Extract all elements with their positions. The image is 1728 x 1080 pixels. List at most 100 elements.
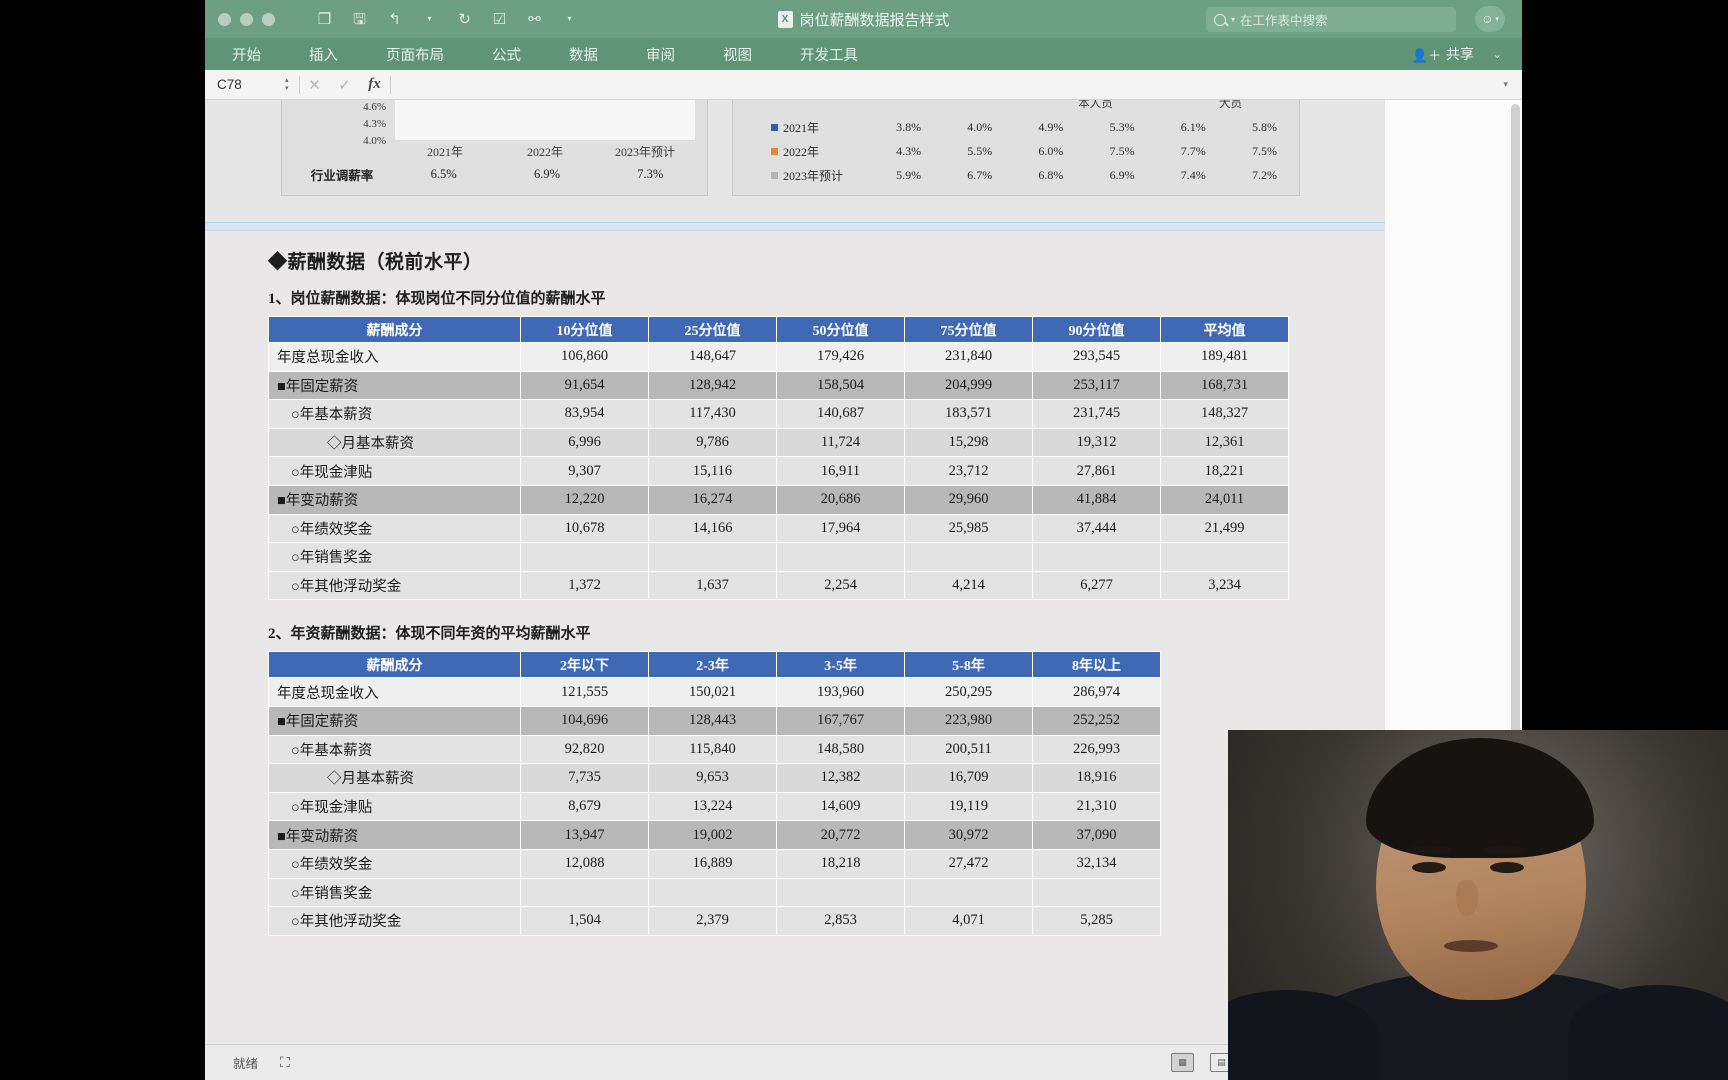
adjust-rate-chart[interactable]: 4.6% 4.3% 4.0% 2021年 2022年 2023年预计 行业调薪率 [281, 100, 708, 196]
cell[interactable] [520, 877, 649, 908]
edit-icon[interactable]: ☑ [490, 10, 509, 29]
row-label[interactable]: ■年变动薪资 [268, 484, 521, 515]
name-box[interactable]: C78 [205, 77, 285, 92]
row-label[interactable]: ◇月基本薪资 [268, 427, 521, 458]
cell[interactable]: 6,277 [1032, 570, 1161, 601]
table-row[interactable]: 年度总现金收入 106,860 148,647 179,426 231,840 … [268, 342, 1289, 372]
cell[interactable]: 17,964 [776, 513, 905, 544]
cell[interactable]: 14,166 [648, 513, 777, 544]
cell[interactable] [904, 542, 1033, 572]
undo-caret-icon[interactable]: ▾ [420, 10, 439, 29]
cell[interactable]: 121,555 [520, 677, 649, 707]
salary-percentile-table[interactable]: 薪酬成分 10分位值 25分位值 50分位值 75分位值 90分位值 平均值 年… [268, 316, 1289, 601]
cell[interactable]: 29,960 [904, 484, 1033, 515]
cell[interactable]: 12,361 [1160, 427, 1289, 458]
cell[interactable]: 252,252 [1032, 705, 1161, 736]
tab-review[interactable]: 审阅 [636, 44, 685, 65]
cell[interactable]: 15,116 [648, 456, 777, 486]
cell[interactable]: 128,443 [648, 705, 777, 736]
table-row[interactable]: ○年绩效奖金 10,678 14,166 17,964 25,985 37,44… [268, 513, 1289, 544]
cell[interactable]: 140,687 [776, 399, 905, 429]
cell[interactable]: 21,499 [1160, 513, 1289, 544]
account-button[interactable]: ☺ ▾ [1475, 6, 1505, 32]
undo-icon[interactable]: ↰ [385, 10, 404, 29]
th-2to3y[interactable]: 2-3年 [648, 651, 777, 679]
cell[interactable] [776, 542, 905, 572]
th-component[interactable]: 薪酬成分 [268, 651, 521, 679]
cell[interactable] [1032, 542, 1161, 572]
cell[interactable]: 226,993 [1032, 734, 1161, 765]
cell[interactable]: 1,637 [648, 570, 777, 601]
cell[interactable]: 18,916 [1032, 763, 1161, 793]
accessibility-icon[interactable]: ⛶ [280, 1054, 290, 1071]
normal-view-icon[interactable]: ▦ [1171, 1053, 1194, 1072]
cell[interactable]: 9,307 [520, 456, 649, 486]
row-label[interactable]: ○年基本薪资 [268, 734, 521, 765]
cell[interactable]: 13,224 [648, 791, 777, 822]
cell[interactable]: 189,481 [1160, 342, 1289, 372]
cell[interactable]: 23,712 [904, 456, 1033, 486]
th-avg[interactable]: 平均值 [1160, 316, 1289, 343]
cell[interactable]: 2,254 [776, 570, 905, 601]
row-label[interactable]: ◇月基本薪资 [268, 763, 521, 793]
table-row[interactable]: ■年固定薪资 104,696 128,443 167,767 223,980 2… [268, 705, 1161, 736]
table-row[interactable]: ○年其他浮动奖金 1,504 2,379 2,853 4,071 5,285 [268, 906, 1161, 936]
redo-icon[interactable]: ↻ [455, 10, 474, 29]
th-over-8y[interactable]: 8年以上 [1032, 651, 1161, 679]
cell[interactable]: 179,426 [776, 342, 905, 372]
cell[interactable]: 30,972 [904, 820, 1033, 850]
legend-chart[interactable]: 本人员 大员 2021年 3.8% 4.0% 4.9% 5.3% 6.1% 5.… [732, 100, 1300, 196]
cell[interactable]: 2,379 [648, 906, 777, 936]
cell[interactable]: 19,002 [648, 820, 777, 850]
cell[interactable]: 204,999 [904, 370, 1033, 401]
cell[interactable]: 231,745 [1032, 399, 1161, 429]
tab-home[interactable]: 开始 [222, 44, 271, 65]
tab-page-layout[interactable]: 页面布局 [376, 44, 454, 65]
row-label[interactable]: ■年固定薪资 [268, 370, 521, 401]
row-label[interactable]: ○年绩效奖金 [268, 513, 521, 544]
cell[interactable]: 104,696 [520, 705, 649, 736]
cell[interactable]: 8,679 [520, 791, 649, 822]
search-input[interactable]: ▾ 在工作表中搜索 [1206, 7, 1456, 32]
confirm-icon[interactable]: ✓ [330, 76, 360, 94]
cell[interactable]: 148,647 [648, 342, 777, 372]
cell[interactable] [520, 542, 649, 572]
cell[interactable]: 148,327 [1160, 399, 1289, 429]
cell[interactable]: 16,274 [648, 484, 777, 515]
row-label[interactable]: ○年销售奖金 [268, 542, 521, 572]
cell[interactable]: 223,980 [904, 705, 1033, 736]
cell[interactable]: 115,840 [648, 734, 777, 765]
th-p75[interactable]: 75分位值 [904, 316, 1033, 343]
cell[interactable]: 10,678 [520, 513, 649, 544]
row-label[interactable]: ○年现金津贴 [268, 791, 521, 822]
cell[interactable]: 25,985 [904, 513, 1033, 544]
name-box-stepper[interactable]: ▴ ▾ [285, 77, 289, 92]
cell[interactable]: 183,571 [904, 399, 1033, 429]
row-label[interactable]: 年度总现金收入 [268, 677, 521, 707]
th-p10[interactable]: 10分位值 [520, 316, 649, 343]
table-row[interactable]: ○年销售奖金 [268, 542, 1289, 572]
cell[interactable]: 18,221 [1160, 456, 1289, 486]
cell[interactable]: 16,889 [648, 848, 777, 879]
row-label[interactable]: ○年销售奖金 [268, 877, 521, 908]
table-row[interactable]: ■年变动薪资 13,947 19,002 20,772 30,972 37,09… [268, 820, 1161, 850]
cell[interactable]: 15,298 [904, 427, 1033, 458]
th-p25[interactable]: 25分位值 [648, 316, 777, 343]
cell[interactable]: 128,942 [648, 370, 777, 401]
tab-insert[interactable]: 插入 [299, 44, 348, 65]
table-row[interactable]: ○年基本薪资 92,820 115,840 148,580 200,511 22… [268, 734, 1161, 765]
save-icon[interactable]: 🖫 [350, 10, 369, 29]
formula-expand-icon[interactable]: ▾ [1503, 79, 1508, 90]
cell[interactable]: 21,310 [1032, 791, 1161, 822]
cell[interactable] [1160, 542, 1289, 572]
cell[interactable]: 32,134 [1032, 848, 1161, 879]
cell[interactable] [1032, 877, 1161, 908]
table-row[interactable]: ◇月基本薪资 7,735 9,653 12,382 16,709 18,916 [268, 763, 1161, 793]
insert-function-icon[interactable]: fx [360, 76, 390, 93]
cell[interactable]: 117,430 [648, 399, 777, 429]
cell[interactable]: 14,609 [776, 791, 905, 822]
row-label[interactable]: ○年基本薪资 [268, 399, 521, 429]
sidebar-icon[interactable]: ❐ [315, 10, 334, 29]
zoom-button[interactable] [262, 12, 275, 26]
cell[interactable] [648, 877, 777, 908]
